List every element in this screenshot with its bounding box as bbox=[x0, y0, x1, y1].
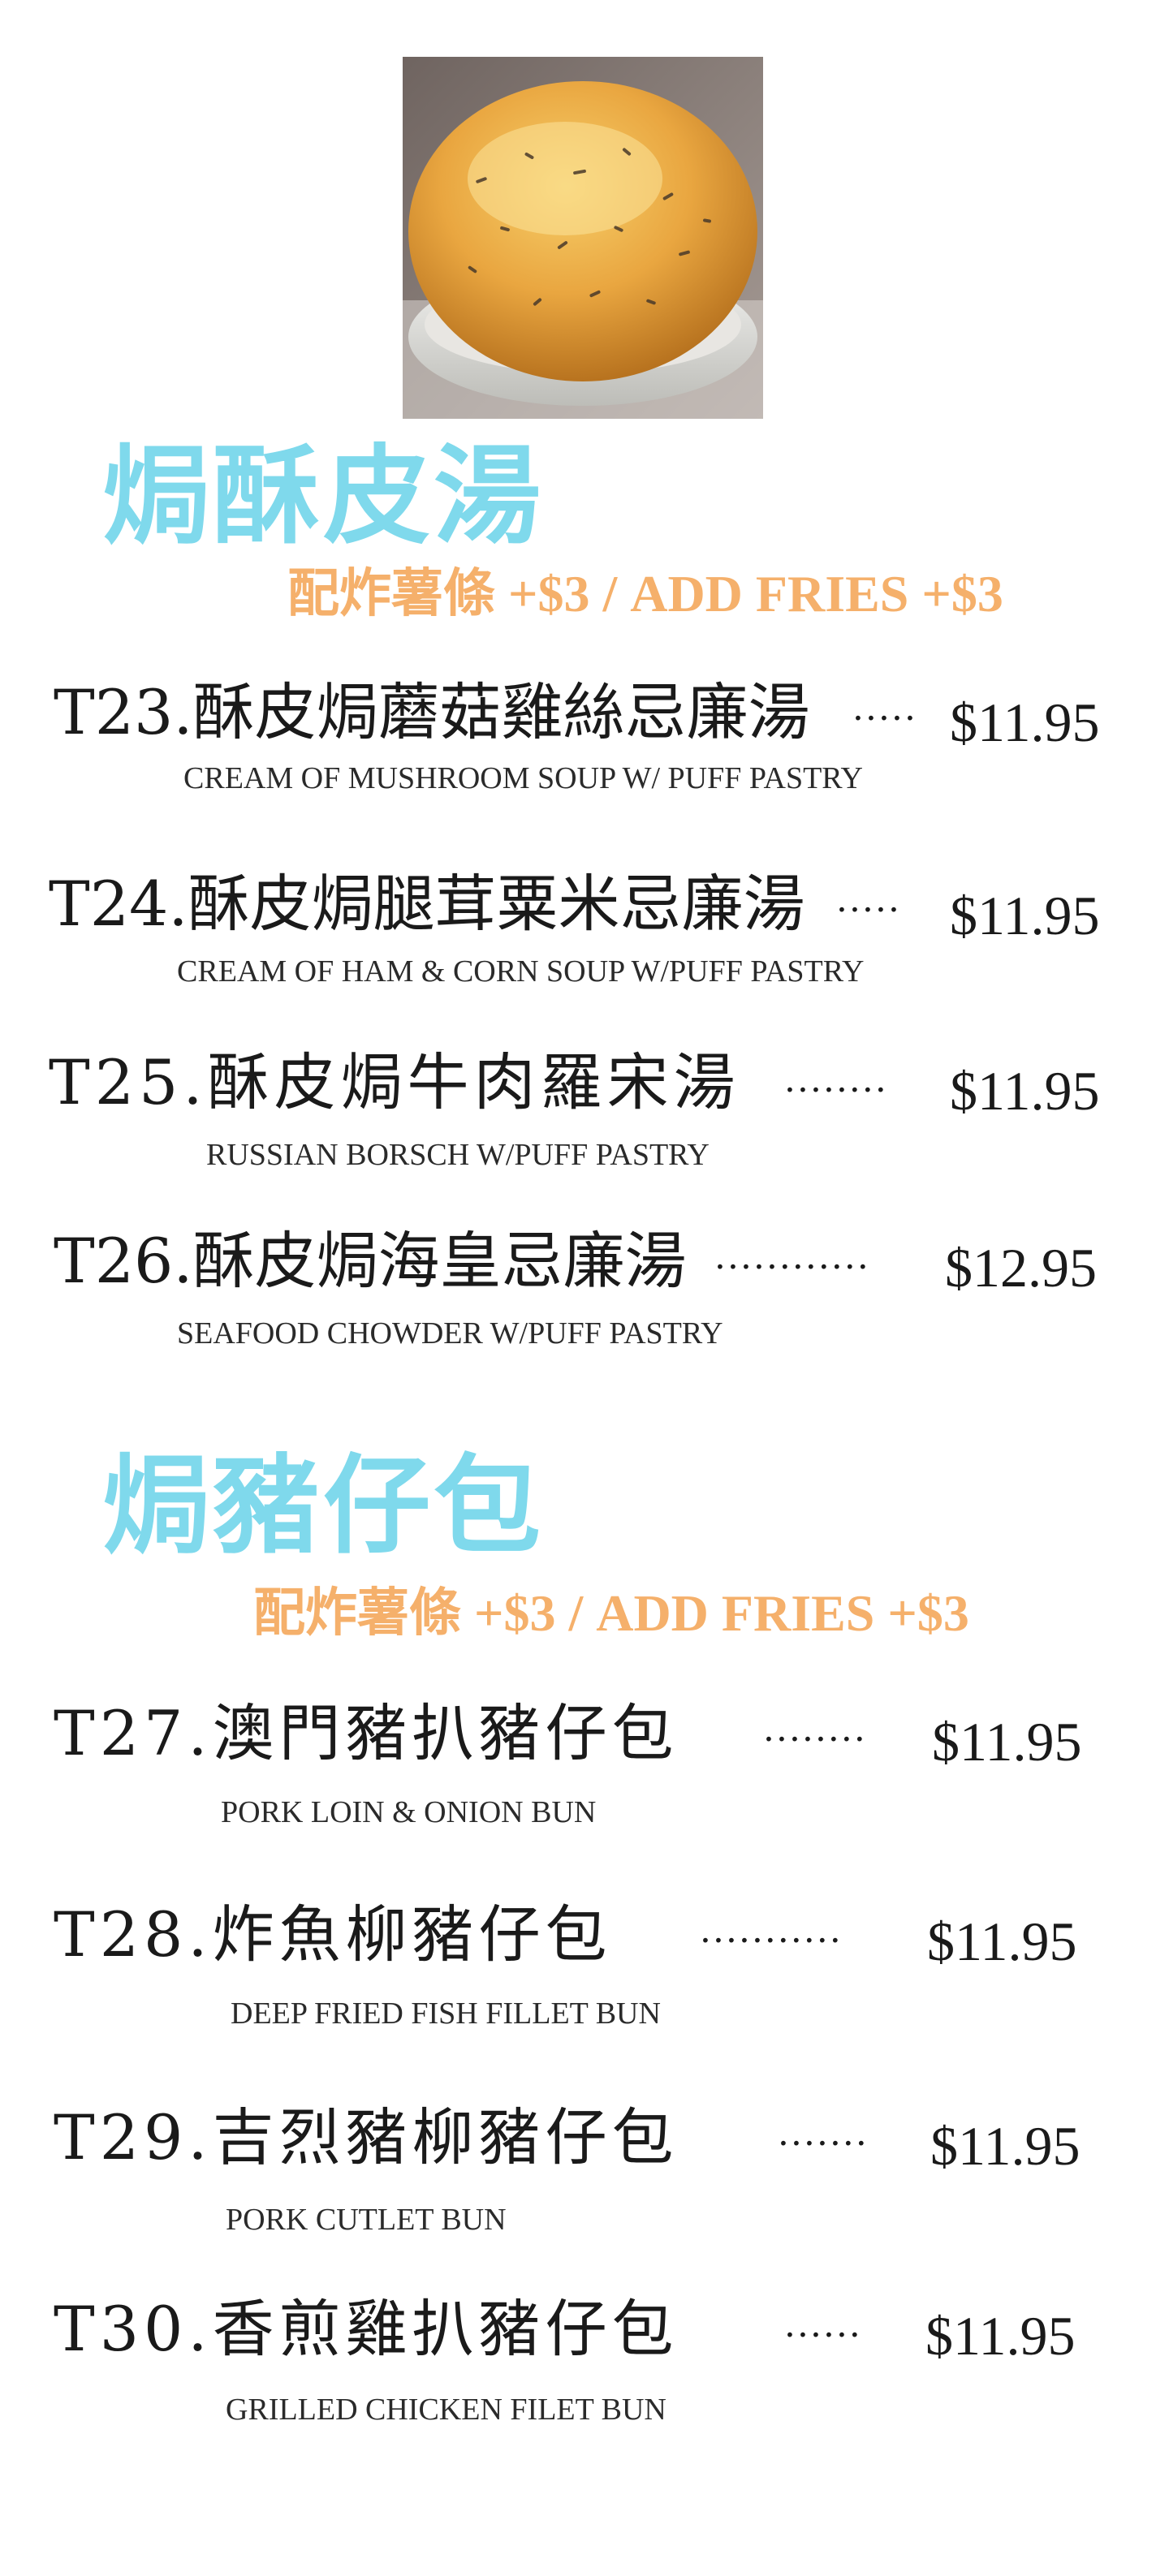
menu-item-t28: T28.炸魚柳豬仔包 ··········· $11.95 DEEP FRIED… bbox=[0, 1901, 1169, 2063]
item-code-name: T23.酥皮焗蘑菇雞絲忌廉湯 bbox=[54, 676, 810, 748]
item-english-name: CREAM OF HAM & CORN SOUP W/PUFF PASTRY bbox=[177, 954, 865, 989]
item-price: $11.95 bbox=[925, 2305, 1076, 2367]
fries-addon-note: 配炸薯條 +$3 / ADD FRIES +$3 bbox=[287, 565, 1003, 622]
item-price: $11.95 bbox=[950, 691, 1100, 753]
item-leader-dots: ··········· bbox=[700, 1920, 843, 1962]
menu-item-t27: T27.澳門豬扒豬仔包 ········ $11.95 PORK LOIN & … bbox=[0, 1699, 1169, 1862]
item-price: $11.95 bbox=[950, 885, 1100, 946]
item-price: $11.95 bbox=[950, 1060, 1100, 1122]
item-leader-dots: ····· bbox=[836, 890, 901, 931]
item-english-name: CREAM OF MUSHROOM SOUP W/ PUFF PASTRY bbox=[183, 761, 863, 795]
item-leader-dots: ······· bbox=[778, 2123, 869, 2165]
item-code-name: T26.酥皮焗海皇忌廉湯 bbox=[54, 1225, 687, 1297]
item-code-name: T28.炸魚柳豬仔包 bbox=[54, 1898, 612, 1971]
item-price: $11.95 bbox=[927, 1910, 1077, 1972]
item-price: $12.95 bbox=[945, 1237, 1097, 1299]
item-code-name: T27.澳門豬扒豬仔包 bbox=[54, 1697, 679, 1769]
menu-item-t26: T26.酥皮焗海皇忌廉湯 ············ $12.95 SEAFOOD… bbox=[0, 1227, 1169, 1389]
item-english-name: GRILLED CHICKEN FILET BUN bbox=[226, 2393, 666, 2427]
item-leader-dots: ············ bbox=[714, 1247, 870, 1288]
item-leader-dots: ········ bbox=[763, 1719, 867, 1760]
item-english-name: RUSSIAN BORSCH W/PUFF PASTRY bbox=[206, 1138, 710, 1172]
menu-item-t25: T25.酥皮焗牛肉羅宋湯 ········ $11.95 RUSSIAN BOR… bbox=[0, 1049, 1169, 1211]
item-leader-dots: ········ bbox=[784, 1070, 888, 1111]
menu-item-t24: T24.酥皮焗腿茸粟米忌廉湯 ····· $11.95 CREAM OF HAM… bbox=[0, 867, 1169, 1029]
menu-item-t23: T23.酥皮焗蘑菇雞絲忌廉湯 ····· $11.95 CREAM OF MUS… bbox=[0, 675, 1169, 838]
item-price: $11.95 bbox=[930, 2115, 1081, 2177]
item-english-name: DEEP FRIED FISH FILLET BUN bbox=[231, 1997, 661, 2031]
item-leader-dots: ······ bbox=[784, 2315, 862, 2356]
menu-item-t29: T29.吉烈豬柳豬仔包 ······· $11.95 PORK CUTLET B… bbox=[0, 2104, 1169, 2266]
item-code-name: T25.酥皮焗牛肉羅宋湯 bbox=[49, 1046, 740, 1118]
item-code-name: T30.香煎雞扒豬仔包 bbox=[54, 2293, 679, 2365]
item-price: $11.95 bbox=[932, 1711, 1082, 1773]
section-title-pork-chop-bun: 焗豬仔包 bbox=[102, 1444, 544, 1569]
item-code-name: T29.吉烈豬柳豬仔包 bbox=[54, 2101, 679, 2173]
section-title-puff-pastry-soup: 焗酥皮湯 bbox=[102, 434, 544, 559]
item-english-name: PORK LOIN & ONION BUN bbox=[221, 1795, 597, 1829]
item-english-name: PORK CUTLET BUN bbox=[226, 2203, 507, 2237]
fries-addon-note: 配炸薯條 +$3 / ADD FRIES +$3 bbox=[253, 1584, 969, 1642]
item-code-name: T24.酥皮焗腿茸粟米忌廉湯 bbox=[49, 868, 805, 940]
menu-item-t30: T30.香煎雞扒豬仔包 ······ $11.95 GRILLED CHICKE… bbox=[0, 2295, 1169, 2458]
item-leader-dots: ····· bbox=[852, 698, 917, 739]
puff-pastry-soup-photo bbox=[403, 57, 763, 419]
item-english-name: SEAFOOD CHOWDER W/PUFF PASTRY bbox=[177, 1316, 723, 1350]
